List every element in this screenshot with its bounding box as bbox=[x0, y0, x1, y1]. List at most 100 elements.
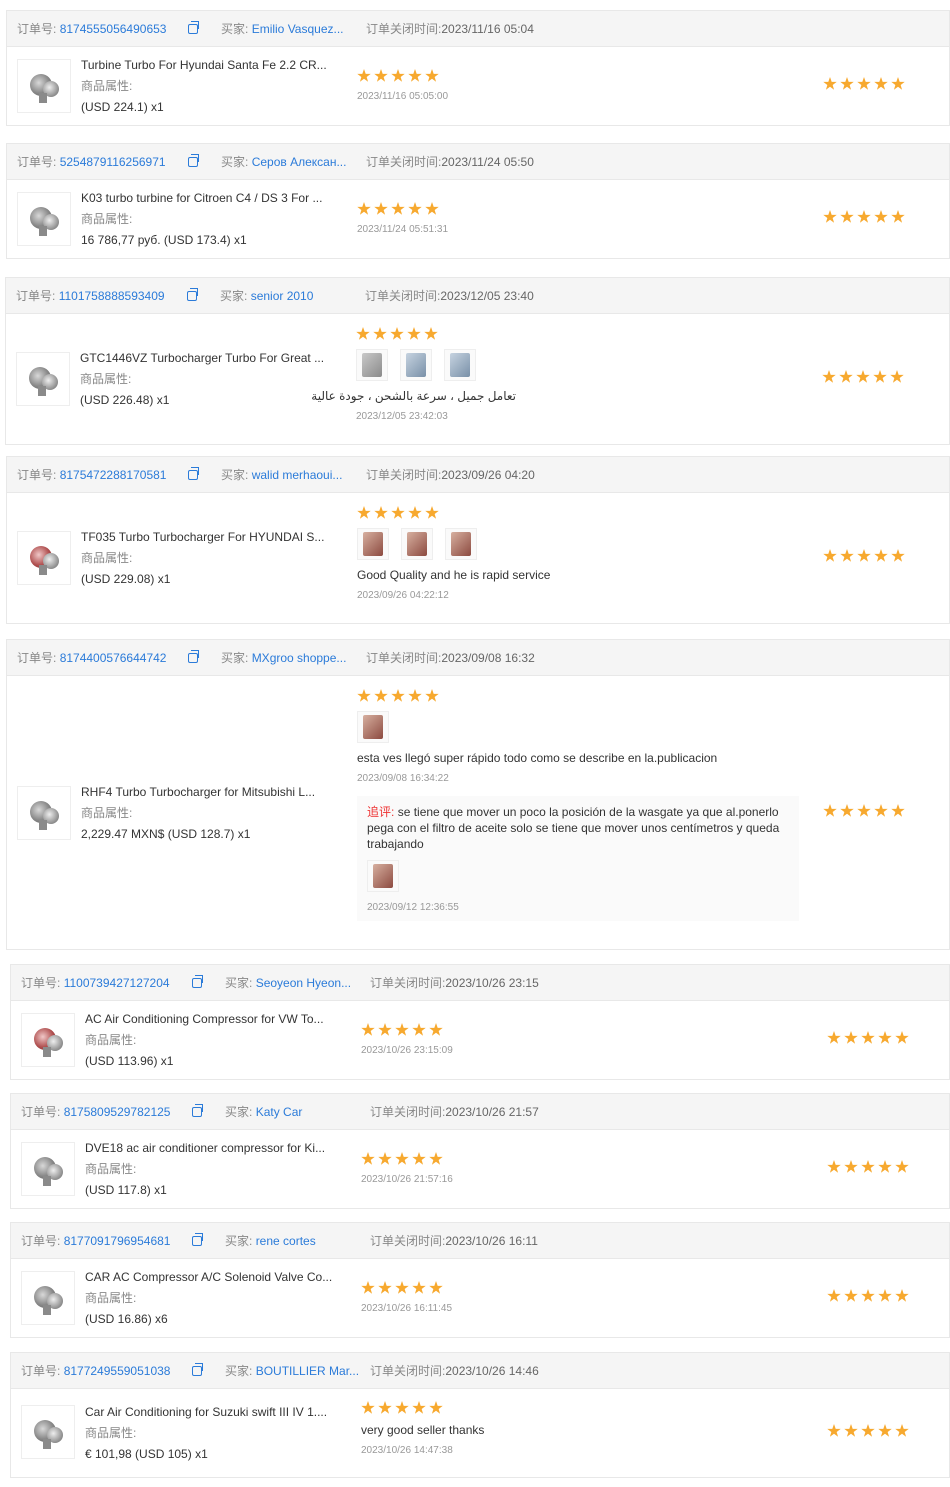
product-title[interactable]: CAR AC Compressor A/C Solenoid Valve Co.… bbox=[85, 1269, 345, 1285]
order-number-link[interactable]: 1100739427127204 bbox=[64, 976, 188, 990]
product-title[interactable]: TF035 Turbo Turbocharger For HYUNDAI S..… bbox=[81, 529, 341, 545]
copy-icon[interactable] bbox=[186, 288, 198, 301]
order-number-link[interactable]: 1101758888593409 bbox=[59, 289, 183, 303]
followup-text: se tiene que mover un poco la posición d… bbox=[367, 805, 780, 851]
order-number-link[interactable]: 8175472288170581 bbox=[60, 468, 184, 482]
order-card: 订单号: 8175809529782125 买家: Katy Car 订单关闭时… bbox=[10, 1093, 950, 1209]
copy-icon[interactable] bbox=[191, 1363, 203, 1376]
buyer-link[interactable]: Katy Car bbox=[256, 1105, 303, 1119]
order-number-link[interactable]: 8177091796954681 bbox=[64, 1234, 188, 1248]
order-number-link[interactable]: 5254879116256971 bbox=[60, 155, 184, 169]
review-date: 2023/11/24 05:51:31 bbox=[357, 224, 449, 235]
review-stars bbox=[357, 69, 817, 83]
order-card: 订单号: 5254879116256971 买家: Серов Алексан.… bbox=[6, 143, 950, 259]
review-photos bbox=[356, 349, 816, 381]
closed-time: 2023/09/26 04:20 bbox=[441, 468, 535, 482]
review-date: 2023/09/08 16:34:22 bbox=[357, 773, 449, 784]
order-header: 订单号: 5254879116256971 买家: Серов Алексан.… bbox=[7, 144, 949, 180]
followup-label: 追评: bbox=[367, 805, 395, 819]
product-thumbnail[interactable] bbox=[21, 1271, 75, 1325]
product-attributes: 商品属性: bbox=[80, 372, 132, 386]
buyer-link[interactable]: Emilio Vasquez... bbox=[252, 22, 344, 36]
order-card: 订单号: 8177249559051038 买家: BOUTILLIER Mar… bbox=[10, 1352, 950, 1478]
review-photo[interactable] bbox=[356, 349, 388, 381]
review-photo[interactable] bbox=[401, 528, 433, 560]
buyer-link[interactable]: rene cortes bbox=[256, 1234, 316, 1248]
copy-icon[interactable] bbox=[187, 21, 199, 34]
review-date: 2023/10/26 23:15:09 bbox=[361, 1045, 453, 1056]
product-thumbnail[interactable] bbox=[21, 1142, 75, 1196]
buyer-link[interactable]: BOUTILLIER Mar... bbox=[256, 1364, 359, 1378]
review-text: very good seller thanks bbox=[361, 1423, 485, 1437]
review-photo[interactable] bbox=[357, 711, 389, 743]
copy-icon[interactable] bbox=[187, 467, 199, 480]
product-price: (USD 224.1) x1 bbox=[81, 100, 164, 114]
product-price: (USD 229.08) x1 bbox=[81, 572, 171, 586]
review-photos bbox=[357, 528, 817, 560]
copy-icon[interactable] bbox=[187, 154, 199, 167]
followup-photo[interactable] bbox=[367, 860, 399, 892]
product-title[interactable]: AC Air Conditioning Compressor for VW To… bbox=[85, 1011, 345, 1027]
closed-time: 2023/11/24 05:50 bbox=[441, 155, 534, 169]
review-stars bbox=[356, 327, 816, 341]
review-text: تعامل جميل ، سرعة بالشحن ، جودة عالية bbox=[311, 389, 516, 403]
closed-time: 2023/10/26 16:11 bbox=[445, 1234, 538, 1248]
product-attributes: 商品属性: bbox=[81, 212, 133, 226]
review-photo[interactable] bbox=[445, 528, 477, 560]
order-number-link[interactable]: 8175809529782125 bbox=[64, 1105, 188, 1119]
copy-icon[interactable] bbox=[187, 650, 199, 663]
order-header: 订单号: 1100739427127204 买家: Seoyeon Hyeon.… bbox=[11, 965, 949, 1001]
seller-rating-stars bbox=[823, 210, 905, 224]
buyer-link[interactable]: MXgroo shoppe... bbox=[252, 651, 347, 665]
order-card: 订单号: 8177091796954681 买家: rene cortes 订单… bbox=[10, 1222, 950, 1338]
product-attributes: 商品属性: bbox=[85, 1162, 137, 1176]
product-thumbnail[interactable] bbox=[21, 1013, 75, 1067]
copy-icon[interactable] bbox=[191, 975, 203, 988]
review-stars bbox=[357, 689, 817, 703]
order-number-link[interactable]: 8174555056490653 bbox=[60, 22, 184, 36]
product-thumbnail[interactable] bbox=[21, 1405, 75, 1459]
review-photo[interactable] bbox=[444, 349, 476, 381]
order-card: 订单号: 1101758888593409 买家: senior 2010 订单… bbox=[5, 277, 950, 445]
review-date: 2023/11/16 05:05:00 bbox=[357, 91, 449, 102]
order-number-link[interactable]: 8174400576644742 bbox=[60, 651, 184, 665]
followup-photos bbox=[367, 860, 789, 892]
review-photo[interactable] bbox=[400, 349, 432, 381]
buyer-link[interactable]: Серов Алексан... bbox=[252, 155, 347, 169]
order-number-link[interactable]: 8177249559051038 bbox=[64, 1364, 188, 1378]
order-card: 订单号: 1100739427127204 买家: Seoyeon Hyeon.… bbox=[10, 964, 950, 1080]
review-stars bbox=[361, 1152, 821, 1166]
seller-rating-stars bbox=[823, 77, 905, 91]
order-card: 订单号: 8174400576644742 买家: MXgroo shoppe.… bbox=[6, 639, 950, 950]
product-thumbnail[interactable] bbox=[17, 786, 71, 840]
order-header: 订单号: 1101758888593409 买家: senior 2010 订单… bbox=[6, 278, 949, 314]
product-attributes: 商品属性: bbox=[85, 1426, 137, 1440]
product-title[interactable]: RHF4 Turbo Turbocharger for Mitsubishi L… bbox=[81, 784, 341, 800]
product-title[interactable]: GTC1446VZ Turbocharger Turbo For Great .… bbox=[80, 350, 340, 366]
product-price: (USD 113.96) x1 bbox=[85, 1054, 174, 1068]
review-date: 2023/12/05 23:42:03 bbox=[356, 411, 448, 422]
product-price: (USD 16.86) x6 bbox=[85, 1312, 168, 1326]
closed-time: 2023/10/26 21:57 bbox=[445, 1105, 539, 1119]
product-thumbnail[interactable] bbox=[16, 352, 70, 406]
buyer-link[interactable]: Seoyeon Hyeon... bbox=[256, 976, 351, 990]
seller-rating-stars bbox=[827, 1424, 909, 1438]
product-title[interactable]: DVE18 ac air conditioner compressor for … bbox=[85, 1140, 345, 1156]
review-stars bbox=[357, 202, 817, 216]
order-card: 订单号: 8175472288170581 买家: walid merhaoui… bbox=[6, 456, 950, 624]
product-thumbnail[interactable] bbox=[17, 59, 71, 113]
copy-icon[interactable] bbox=[191, 1104, 203, 1117]
review-photo[interactable] bbox=[357, 528, 389, 560]
product-price: (USD 226.48) x1 bbox=[80, 393, 170, 407]
product-title[interactable]: Car Air Conditioning for Suzuki swift II… bbox=[85, 1404, 345, 1420]
product-thumbnail[interactable] bbox=[17, 531, 71, 585]
product-title[interactable]: K03 turbo turbine for Citroen C4 / DS 3 … bbox=[81, 190, 341, 206]
product-attributes: 商品属性: bbox=[85, 1291, 137, 1305]
order-header: 订单号: 8174400576644742 买家: MXgroo shoppe.… bbox=[7, 640, 949, 676]
product-thumbnail[interactable] bbox=[17, 192, 71, 246]
product-title[interactable]: Turbine Turbo For Hyundai Santa Fe 2.2 C… bbox=[81, 57, 341, 73]
buyer-link[interactable]: senior 2010 bbox=[251, 289, 314, 303]
buyer-link[interactable]: walid merhaoui... bbox=[252, 468, 343, 482]
closed-time: 2023/10/26 14:46 bbox=[445, 1364, 539, 1378]
copy-icon[interactable] bbox=[191, 1233, 203, 1246]
